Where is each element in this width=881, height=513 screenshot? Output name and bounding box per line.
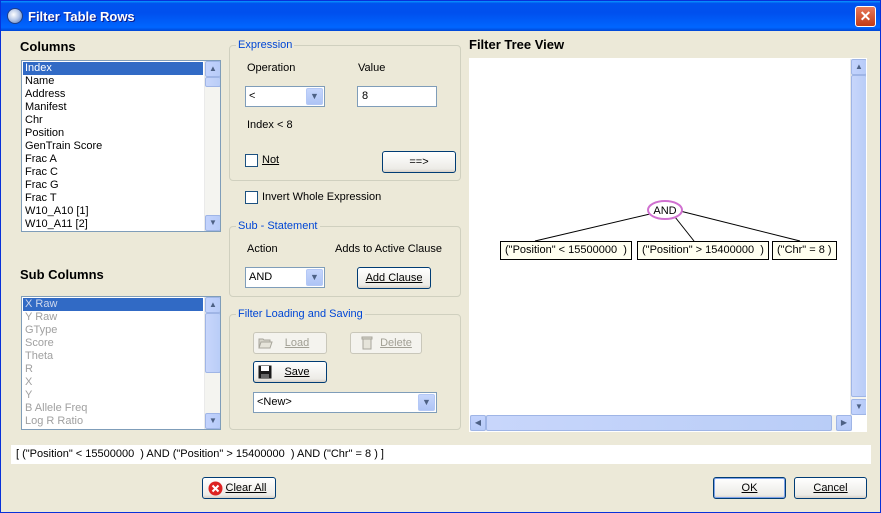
expression-legend: Expression <box>236 39 295 51</box>
operation-select[interactable]: < ▼ <box>245 86 325 107</box>
ok-button[interactable]: OK <box>713 477 786 499</box>
list-item[interactable]: Name <box>23 75 203 88</box>
scroll-thumb[interactable] <box>205 313 220 373</box>
list-item[interactable]: GType <box>23 324 203 337</box>
list-item[interactable]: GenTrain Score <box>23 140 203 153</box>
cancel-button[interactable]: Cancel <box>794 477 867 499</box>
delete-button[interactable]: Delete <box>350 332 422 354</box>
title-bar[interactable]: Filter Table Rows ✕ <box>1 1 880 31</box>
not-checkbox[interactable] <box>245 154 258 167</box>
list-item[interactable]: Y Raw <box>23 311 203 324</box>
window-title: Filter Table Rows <box>28 9 135 24</box>
expression-text[interactable]: [ ("Position" < 15500000 ) AND ("Positio… <box>11 445 871 464</box>
sub-columns-scrollbar[interactable]: ▲ ▼ <box>204 297 220 429</box>
clear-all-button[interactable]: Clear All <box>202 477 276 499</box>
scroll-down-icon[interactable]: ▼ <box>205 215 220 231</box>
list-item[interactable]: Frac G <box>23 179 203 192</box>
list-item[interactable]: Frac A <box>23 153 203 166</box>
tree-edge <box>674 216 695 242</box>
list-item[interactable]: R <box>23 363 203 376</box>
delete-label: Delete <box>380 337 412 349</box>
list-item[interactable]: W10_A10 [1] <box>23 205 203 218</box>
trash-icon <box>361 336 373 350</box>
sub-columns-heading: Sub Columns <box>20 267 104 282</box>
save-button[interactable]: Save <box>253 361 327 383</box>
scroll-up-icon[interactable]: ▲ <box>205 61 220 77</box>
scroll-thumb[interactable] <box>851 75 866 397</box>
list-item[interactable]: Theta <box>23 350 203 363</box>
tree-edge <box>679 210 801 242</box>
invert-label[interactable]: Invert Whole Expression <box>262 191 381 203</box>
save-label: Save <box>284 366 310 378</box>
load-label: Load <box>284 337 310 349</box>
tree-view-panel[interactable]: AND ("Position" < 15500000 ) ("Position"… <box>469 58 867 432</box>
scroll-down-icon[interactable]: ▼ <box>205 413 220 429</box>
tree-child-node[interactable]: ("Position" < 15500000 ) <box>500 241 632 260</box>
close-button[interactable]: ✕ <box>855 6 876 27</box>
scroll-thumb[interactable] <box>486 415 832 431</box>
action-select-value: AND <box>249 271 273 283</box>
columns-scrollbar[interactable]: ▲ ▼ <box>204 61 220 231</box>
scroll-right-icon[interactable]: ▶ <box>836 415 852 431</box>
filter-dialog: Filter Table Rows ✕ Columns Index Name Add… <box>0 0 881 513</box>
filter-select-value: <New> <box>257 396 292 408</box>
operation-select-value: < <box>249 90 256 102</box>
list-item[interactable]: B Allele Freq <box>23 402 203 415</box>
folder-open-icon <box>258 336 273 349</box>
list-item[interactable]: Frac C <box>23 166 203 179</box>
expression-preview: Index < 8 <box>247 119 293 131</box>
sub-columns-listbox[interactable]: X Raw Y Raw GType Score Theta R X Y B Allele Fre… <box>21 296 221 430</box>
value-label: Value <box>358 62 386 74</box>
load-button[interactable]: Load <box>253 332 327 354</box>
list-item[interactable]: X <box>23 376 203 389</box>
tree-child-node[interactable]: ("Position" > 15400000 ) <box>637 241 769 260</box>
adds-to-active-clause-label: Adds to Active Clause <box>335 243 443 255</box>
list-item[interactable]: Chr <box>23 114 203 127</box>
invert-checkbox[interactable] <box>245 191 258 204</box>
list-item[interactable]: Log R Ratio <box>23 415 203 428</box>
value-input[interactable]: 8 <box>357 86 437 107</box>
chevron-down-icon[interactable]: ▼ <box>306 269 323 286</box>
clear-icon <box>208 481 223 496</box>
app-icon <box>7 8 23 24</box>
tree-horizontal-scrollbar[interactable]: ◀ ▶ <box>470 415 852 431</box>
filter-io-legend: Filter Loading and Saving <box>236 308 365 320</box>
chevron-down-icon[interactable]: ▼ <box>306 88 323 105</box>
scroll-down-icon[interactable]: ▼ <box>851 399 866 415</box>
scroll-thumb[interactable] <box>205 77 220 87</box>
list-item[interactable]: W10_A11 [2] <box>23 218 203 231</box>
chevron-down-icon[interactable]: ▼ <box>418 394 435 411</box>
tree-edge <box>534 213 651 242</box>
scroll-left-icon[interactable]: ◀ <box>470 415 486 431</box>
list-item[interactable]: Score <box>23 337 203 350</box>
add-clause-label: Add Clause <box>365 272 423 284</box>
sub-statement-legend: Sub - Statement <box>236 220 320 232</box>
list-item[interactable]: X Raw <box>23 298 203 311</box>
add-clause-button[interactable]: Add Clause <box>357 267 431 289</box>
columns-listbox[interactable]: Index Name Address Manifest Chr Position GenTr… <box>21 60 221 232</box>
action-select[interactable]: AND ▼ <box>245 267 325 288</box>
list-item[interactable]: Manifest <box>23 101 203 114</box>
clear-all-label: Clear All <box>225 482 267 494</box>
not-label[interactable]: Not <box>262 154 279 166</box>
list-item[interactable]: Index <box>23 62 203 75</box>
list-item[interactable]: Address <box>23 88 203 101</box>
add-expression-button[interactable]: ==> <box>382 151 456 173</box>
list-item[interactable]: Position <box>23 127 203 140</box>
operation-label: Operation <box>247 62 296 74</box>
scroll-up-icon[interactable]: ▲ <box>851 59 866 75</box>
tree-child-node[interactable]: ("Chr" = 8 ) <box>772 241 837 260</box>
floppy-disk-icon <box>258 365 272 379</box>
ok-label: OK <box>741 482 758 494</box>
filter-select[interactable]: <New> ▼ <box>253 392 437 413</box>
columns-heading: Columns <box>20 39 76 54</box>
action-label: Action <box>247 243 278 255</box>
scroll-up-icon[interactable]: ▲ <box>205 297 220 313</box>
tree-vertical-scrollbar[interactable]: ▲ ▼ <box>850 59 866 415</box>
list-item[interactable]: Y <box>23 389 203 402</box>
tree-root-label: AND <box>653 205 676 217</box>
list-item[interactable]: Frac T <box>23 192 203 205</box>
cancel-label: Cancel <box>813 482 848 494</box>
tree-view-heading: Filter Tree View <box>469 37 565 52</box>
